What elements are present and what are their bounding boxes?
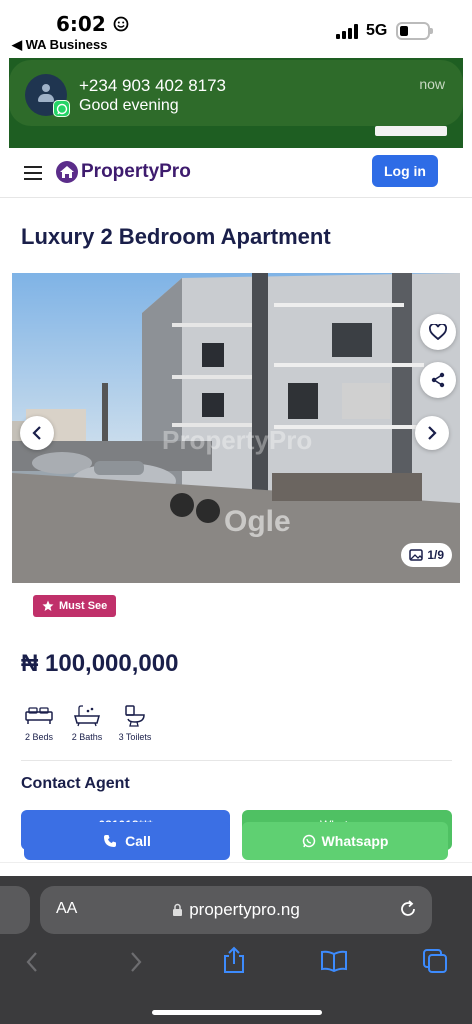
listing-title: Luxury 2 Bedroom Apartment: [21, 224, 331, 249]
next-photo-button[interactable]: [415, 416, 449, 450]
notification-message: Good evening: [79, 97, 179, 114]
browser-toolbar: propertypro.ng AA: [0, 876, 472, 1024]
chevron-left-icon: [32, 426, 41, 440]
forward-icon[interactable]: [128, 950, 144, 974]
network-type: 5G: [366, 22, 388, 39]
must-see-badge: Must See: [33, 595, 117, 617]
photo-counter: 1/9: [401, 543, 452, 567]
menu-icon[interactable]: [24, 166, 42, 180]
share-icon[interactable]: [222, 946, 246, 974]
url-text: propertypro.ng: [189, 900, 300, 919]
status-time: 6:02: [56, 12, 129, 36]
reload-icon[interactable]: [398, 899, 418, 919]
call-label: Call: [125, 833, 151, 849]
bed-icon: [25, 707, 53, 724]
phone-icon: [104, 835, 117, 847]
signal-icon: [336, 24, 360, 39]
listing-price: ₦ 100,000,000: [21, 650, 179, 677]
photo-counter-text: 1/9: [427, 548, 444, 562]
bath-icon: [74, 705, 100, 727]
star-icon: [42, 600, 54, 611]
propertypro-logo[interactable]: PropertyPro: [56, 159, 191, 185]
watermark-ogle: Ogle: [224, 505, 291, 538]
feature-baths: 2 Baths: [69, 704, 105, 742]
toilet-icon: [125, 705, 145, 727]
status-time-text: 6:02: [56, 12, 106, 36]
url-display: propertypro.ng: [40, 886, 432, 934]
badge-label: Must See: [59, 600, 108, 612]
logo-text: PropertyPro: [81, 161, 191, 182]
watermark-propertypro: PropertyPro: [162, 425, 312, 455]
call-button[interactable]: Call: [24, 822, 230, 860]
heart-icon: [429, 324, 447, 340]
previous-photo-button[interactable]: [20, 416, 54, 450]
divider: [21, 760, 452, 761]
status-bar: 6:02 ◀ WA Business 5G: [0, 0, 472, 58]
chevron-right-icon: [428, 426, 437, 440]
battery-icon: [396, 22, 433, 40]
image-icon: [409, 549, 424, 561]
feature-label: 3 Toilets: [118, 732, 152, 742]
obscured-header-element: [375, 126, 447, 136]
whatsapp-icon: [53, 100, 70, 117]
tabs-icon[interactable]: [422, 948, 448, 974]
feature-label: 2 Beds: [24, 732, 54, 742]
property-photo: PropertyPro Ogle: [12, 273, 460, 583]
features-list: 2 Beds 2 Baths 3 Toilets: [21, 704, 153, 742]
screen: 6:02 ◀ WA Business 5G +234 903 402 8173 …: [0, 0, 472, 1024]
reader-aa-button[interactable]: AA: [56, 900, 77, 918]
page-bottom-edge: [0, 862, 472, 876]
logo-house-icon: [56, 161, 78, 183]
back-icon[interactable]: [24, 950, 40, 974]
home-indicator[interactable]: [152, 1010, 322, 1015]
back-to-app-link[interactable]: ◀ WA Business: [12, 37, 107, 53]
address-bar[interactable]: propertypro.ng AA: [40, 886, 432, 934]
whatsapp-notification[interactable]: +234 903 402 8173 Good evening now: [9, 60, 463, 126]
site-header: PropertyPro Log in: [0, 148, 472, 198]
share-icon: [431, 372, 445, 388]
feature-label: 2 Baths: [71, 732, 103, 742]
whatsapp-label: Whatsapp: [321, 833, 389, 849]
previous-tab-preview[interactable]: [0, 886, 30, 934]
whatsapp-icon: [302, 834, 315, 848]
whatsapp-button[interactable]: Whatsapp: [242, 822, 448, 860]
login-button[interactable]: Log in: [372, 155, 438, 187]
notification-time: now: [419, 76, 445, 92]
feature-toilets: 3 Toilets: [117, 704, 153, 742]
photo-gallery[interactable]: PropertyPro Ogle 1/9: [12, 273, 460, 583]
notification-sender: +234 903 402 8173: [79, 76, 227, 95]
bookmarks-icon[interactable]: [320, 950, 348, 972]
feature-beds: 2 Beds: [21, 704, 57, 742]
favorite-button[interactable]: [420, 314, 456, 350]
lock-icon: [173, 903, 183, 916]
share-button[interactable]: [420, 362, 456, 398]
contact-agent-heading: Contact Agent: [21, 775, 130, 792]
smiley-icon: [113, 16, 129, 32]
